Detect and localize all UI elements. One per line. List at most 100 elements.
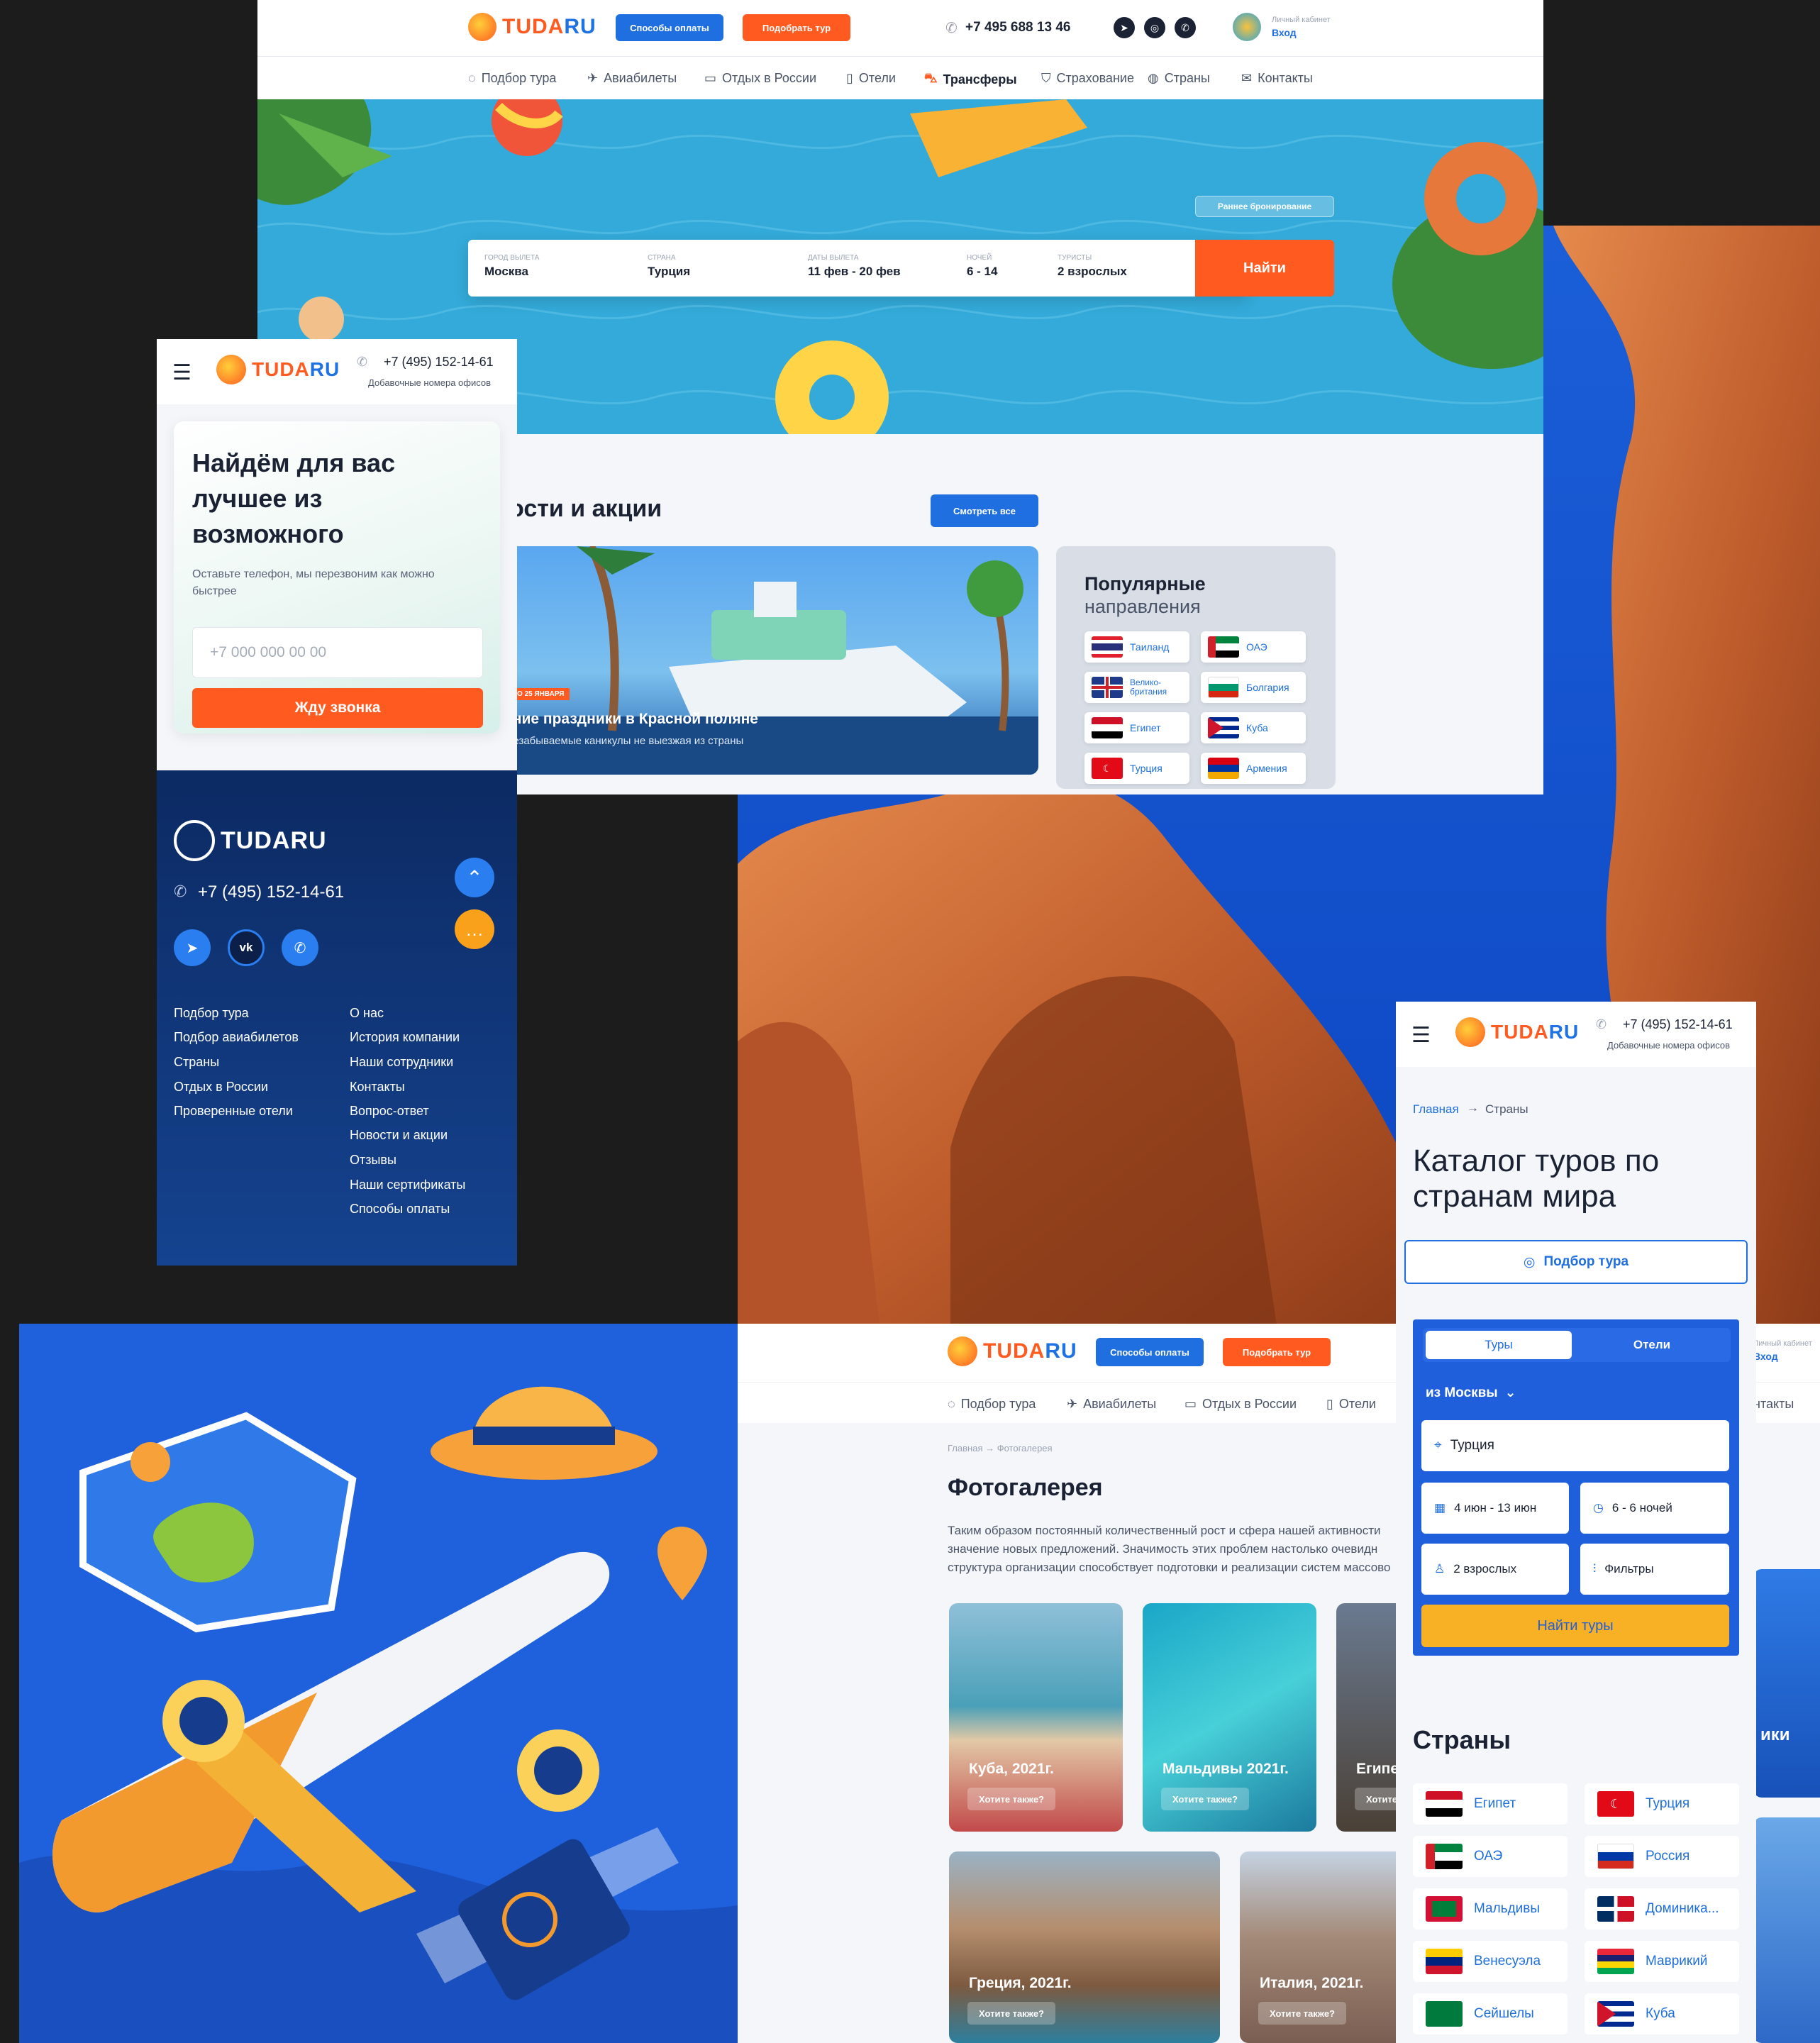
direction-uk[interactable]: Велико-британия xyxy=(1084,672,1189,703)
photo-cta[interactable]: Хотите также? xyxy=(967,1788,1056,1810)
footer-link[interactable]: Контакты xyxy=(350,1080,405,1095)
footer-link[interactable]: Новости и акции xyxy=(350,1128,448,1143)
direction-thailand[interactable]: Таиланд xyxy=(1084,631,1189,663)
photo-cta[interactable]: Хотите также? xyxy=(1161,1788,1250,1810)
nav-countries[interactable]: ◍ Страны xyxy=(1148,71,1210,86)
dates-field[interactable]: ▦ 4 июн - 13 июн xyxy=(1421,1483,1569,1534)
find-button[interactable]: Найти xyxy=(1195,240,1334,297)
nav-flights[interactable]: ✈ Авиабилеты xyxy=(1067,1397,1156,1412)
payment-methods-button[interactable]: Способы оплаты xyxy=(1096,1338,1204,1366)
promo-card[interactable]: ЯНВАРЯ - ПО 25 ЯНВАРЯ вогодние праздники… xyxy=(470,546,1038,775)
find-tours-button[interactable]: Найти туры xyxy=(1421,1605,1729,1647)
tab-tours[interactable]: Туры xyxy=(1426,1331,1572,1359)
search-field-dates[interactable]: ДАТЫ ВЫЛЕТА 11 фев - 20 фев xyxy=(808,254,901,279)
photo-cta[interactable]: Хотите также? xyxy=(967,2002,1056,2025)
gallery-photo-maldives[interactable]: Мальдивы 2021г. Хотите также? xyxy=(1143,1603,1316,1832)
nights-field[interactable]: ◷ 6 - 6 ночей xyxy=(1580,1483,1729,1534)
pick-tour-button[interactable]: Подобрать тур xyxy=(743,14,850,41)
footer-logo[interactable]: TUDARU xyxy=(174,820,327,861)
nav-insurance[interactable]: ⛉ Страхование xyxy=(1041,71,1134,86)
footer-link[interactable]: Вопрос-ответ xyxy=(350,1104,429,1119)
direction-cuba[interactable]: Куба xyxy=(1201,712,1306,743)
scroll-up-icon[interactable]: ⌃ xyxy=(455,858,494,897)
mobile-phone[interactable]: +7 (495) 152-14-61 xyxy=(1623,1017,1733,1032)
hamburger-icon[interactable]: ☰ xyxy=(172,360,192,385)
footer-link[interactable]: О нас xyxy=(350,1006,384,1021)
mobile-logo[interactable]: TUDARU xyxy=(1455,1017,1579,1047)
gallery-photo-greece[interactable]: Греция, 2021г. Хотите также? xyxy=(949,1851,1220,2043)
photo-cta[interactable]: Хотите также? xyxy=(1258,2002,1347,2025)
callback-button[interactable]: Жду звонка xyxy=(192,688,483,728)
tourists-field[interactable]: ♙ 2 взрослых xyxy=(1421,1544,1569,1595)
direction-bulgaria[interactable]: Болгария xyxy=(1201,672,1306,703)
chat-icon[interactable]: … xyxy=(455,909,494,949)
footer-link[interactable]: Проверенные отели xyxy=(174,1104,293,1119)
country-maldives[interactable]: Мальдивы xyxy=(1413,1888,1567,1930)
search-field-country[interactable]: СТРАНА Турция xyxy=(648,254,690,279)
early-booking-badge[interactable]: Раннее бронирование xyxy=(1195,196,1334,217)
country-russia[interactable]: Россия xyxy=(1585,1836,1739,1877)
vk-icon[interactable]: vk xyxy=(228,929,265,966)
footer-link[interactable]: Способы оплаты xyxy=(350,1202,450,1217)
pick-tour-button[interactable]: Подобрать тур xyxy=(1223,1338,1331,1366)
from-city-select[interactable]: из Москвы ⌄ xyxy=(1426,1385,1516,1401)
breadcrumb-home[interactable]: Главная xyxy=(1413,1102,1459,1117)
gallery-breadcrumb[interactable]: Главная → Фотогалерея xyxy=(948,1443,1053,1454)
footer-link[interactable]: История компании xyxy=(350,1030,460,1045)
direction-egypt[interactable]: Египет xyxy=(1084,712,1189,743)
mobile-phone[interactable]: +7 (495) 152-14-61 xyxy=(384,355,494,370)
footer-phone[interactable]: +7 (495) 152-14-61 xyxy=(198,882,344,902)
direction-turkey[interactable]: ☾ Турция xyxy=(1084,753,1189,784)
country-cuba[interactable]: Куба xyxy=(1585,1993,1739,2034)
nav-contacts[interactable]: нтакты xyxy=(1753,1397,1794,1412)
callback-phone-input[interactable]: +7 000 000 00 00 xyxy=(192,627,483,678)
payment-methods-button[interactable]: Способы оплаты xyxy=(616,14,723,41)
telegram-icon[interactable]: ➤ xyxy=(174,929,211,966)
nav-tour-search[interactable]: ◌ Подбор тура xyxy=(948,1397,1036,1412)
nav-flights[interactable]: ✈ Авиабилеты xyxy=(587,71,677,86)
instagram-icon[interactable]: ◎ xyxy=(1144,17,1165,38)
footer-link[interactable]: Страны xyxy=(174,1055,219,1070)
country-turkey[interactable]: ☾ Турция xyxy=(1585,1783,1739,1825)
footer-link[interactable]: Наши сотрудники xyxy=(350,1055,453,1070)
side-promo-card-2[interactable] xyxy=(1753,1817,1820,2043)
footer-link[interactable]: Подбор тура xyxy=(174,1006,249,1021)
nav-transfers[interactable]: ⛍ Трансферы xyxy=(924,71,1017,88)
header-phone[interactable]: +7 495 688 13 46 xyxy=(965,20,1070,35)
search-field-tourists[interactable]: ТУРИСТЫ 2 взрослых xyxy=(1058,254,1127,279)
gallery-logo[interactable]: TUDARU xyxy=(948,1336,1077,1366)
nav-russia[interactable]: ▭ Отдых в России xyxy=(1184,1397,1297,1412)
hamburger-icon[interactable]: ☰ xyxy=(1411,1023,1431,1048)
country-venezuela[interactable]: Венесуэла xyxy=(1413,1941,1567,1982)
gallery-photo-italy[interactable]: Италия, 2021г. Хотите также? xyxy=(1240,1851,1421,2043)
whatsapp-icon[interactable]: ✆ xyxy=(282,929,318,966)
direction-uae[interactable]: ОАЭ xyxy=(1201,631,1306,663)
site-logo[interactable]: TUDARU xyxy=(468,13,597,41)
nav-tour-search[interactable]: ◌ Подбор тура xyxy=(468,71,556,86)
tab-hotels[interactable]: Отели xyxy=(1579,1331,1725,1359)
country-dominican[interactable]: Доминика... xyxy=(1585,1888,1739,1930)
country-egypt[interactable]: Египет xyxy=(1413,1783,1567,1825)
filters-field[interactable]: ⫶ Фильтры xyxy=(1580,1544,1729,1595)
cabinet-avatar[interactable] xyxy=(1233,13,1261,41)
nav-hotels[interactable]: ▯ Отели xyxy=(1326,1397,1376,1412)
footer-link[interactable]: Отдых в России xyxy=(174,1080,268,1095)
footer-link[interactable]: Подбор авиабилетов xyxy=(174,1030,299,1045)
country-uae[interactable]: ОАЭ xyxy=(1413,1836,1567,1877)
nav-russia[interactable]: ▭ Отдых в России xyxy=(704,71,816,86)
footer-link[interactable]: Отзывы xyxy=(350,1153,396,1168)
side-promo-card[interactable]: ики xyxy=(1753,1569,1820,1798)
direction-armenia[interactable]: Армения xyxy=(1201,753,1306,784)
see-all-button[interactable]: Смотреть все xyxy=(931,494,1038,527)
mobile-logo[interactable]: TUDARU xyxy=(216,355,340,384)
country-seychelles[interactable]: Сейшелы xyxy=(1413,1993,1567,2034)
pick-tour-outline-button[interactable]: ◎ Подбор тура xyxy=(1404,1240,1748,1284)
telegram-icon[interactable]: ➤ xyxy=(1114,17,1135,38)
login-link[interactable]: Вход xyxy=(1753,1351,1778,1362)
footer-link[interactable]: Наши сертификаты xyxy=(350,1178,465,1192)
country-mauritius[interactable]: Маврикий xyxy=(1585,1941,1739,1982)
nav-hotels[interactable]: ▯ Отели xyxy=(846,71,896,86)
gallery-photo-cuba[interactable]: Куба, 2021г. Хотите также? xyxy=(949,1603,1123,1832)
nav-contacts[interactable]: ✉ Контакты xyxy=(1241,71,1313,86)
login-link[interactable]: Вход xyxy=(1272,27,1297,38)
